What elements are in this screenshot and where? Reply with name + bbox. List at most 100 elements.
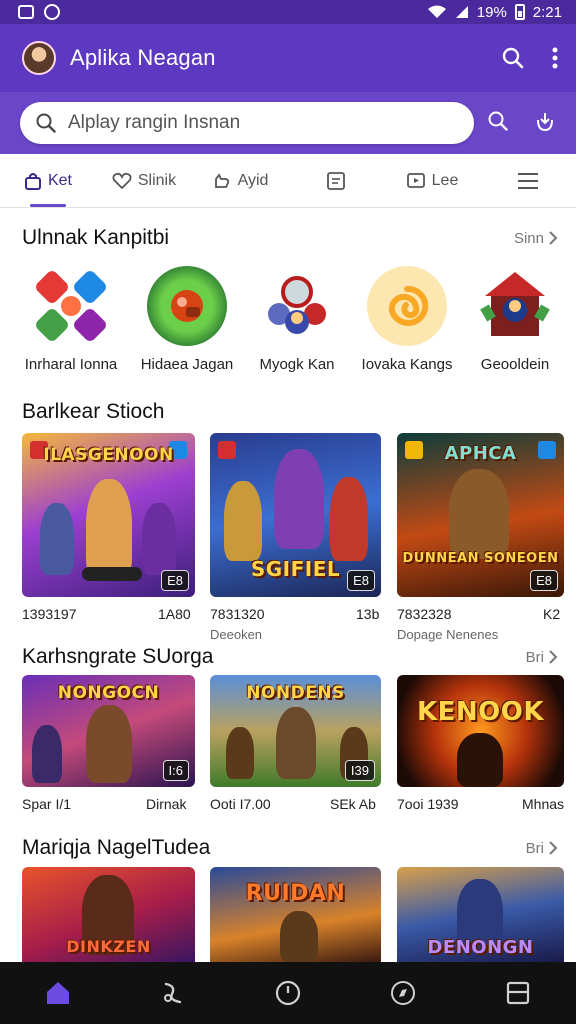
card-subtitle: Deeoken: [210, 627, 263, 642]
card-art-title: APHCA: [444, 443, 517, 464]
game-card[interactable]: ILASGENOON E8: [22, 433, 195, 597]
avatar[interactable]: [22, 41, 56, 75]
game-card[interactable]: KENOOK: [397, 675, 564, 787]
tab-label: Lee: [431, 171, 459, 189]
app-header: Aplika Neagan: [0, 24, 576, 92]
tag-icon: [218, 441, 236, 459]
chevron-right-icon: [549, 231, 558, 245]
search-box[interactable]: [20, 102, 474, 144]
notification-icon: [18, 5, 34, 19]
section-title: Barlkear Stioch: [22, 400, 165, 423]
card-art-title: NONGOCN: [57, 683, 160, 703]
card-art-title: DINKZEN: [66, 937, 151, 956]
tab-label: Ket: [47, 171, 72, 189]
card-art-title: NONDENS: [246, 683, 345, 703]
menu-icon: [518, 172, 538, 189]
section-header: Mariqja NagelTudea Bri: [22, 836, 558, 860]
featured-apps-row: Inrharal Ionna Hidaea Jagan Myogk Kan Io…: [0, 266, 576, 376]
nav-clock[interactable]: [230, 962, 345, 1024]
search-submit-icon[interactable]: [488, 111, 508, 136]
card-meta: Mhnas: [522, 796, 565, 812]
app-title: Aplika Neagan: [70, 45, 216, 70]
see-all-label: Bri: [525, 648, 544, 666]
app-label: Iovaka Kangs: [361, 356, 453, 373]
messenger-icon: [44, 4, 60, 20]
game-card[interactable]: DINKZEN: [22, 867, 195, 962]
tab-label: Ayid: [237, 171, 269, 189]
card-name: 7831320: [210, 606, 265, 622]
app-label: Inrharal Ionna: [24, 356, 118, 373]
game-card[interactable]: SGIFIEL E8: [210, 433, 381, 597]
see-all-link[interactable]: Bri: [526, 840, 558, 857]
home-icon: [46, 982, 69, 1004]
card-art-title: ILASGENOON: [43, 445, 174, 465]
status-bar: 19% 2:21: [0, 0, 576, 24]
app-item[interactable]: Iovaka Kangs: [348, 266, 466, 373]
app-item[interactable]: Geooldein: [456, 266, 574, 373]
wifi-icon: [427, 5, 446, 18]
battery-icon: [514, 4, 525, 20]
rating-badge: E8: [161, 570, 189, 591]
compass-icon: [391, 981, 416, 1005]
category-tabs: Ket Slinik Ayid Lee: [0, 154, 576, 208]
card-meta: 1A80: [158, 606, 191, 622]
game-card[interactable]: DENONGN: [397, 867, 564, 962]
signal-icon: [455, 6, 468, 18]
see-all-link[interactable]: Bri: [526, 649, 558, 666]
search-icon: [36, 113, 56, 133]
nav-link[interactable]: [115, 962, 230, 1024]
section-title: Ulnnak Kanpitbi: [22, 226, 170, 249]
card-name: Ooti I7.00: [210, 796, 271, 812]
card-meta: Dirnak: [146, 796, 187, 812]
tab-label: Slinik: [137, 171, 177, 189]
app-item[interactable]: Myogk Kan: [238, 266, 356, 373]
section-title: Karhsngrate SUorga: [22, 645, 214, 668]
game-card[interactable]: NONDENS I39: [210, 675, 381, 787]
card-subtitle: Dopage Nenenes: [397, 627, 499, 642]
tab-document[interactable]: [288, 154, 384, 207]
link-icon: [163, 982, 181, 1004]
card-art-title: DENONGN: [427, 937, 534, 958]
tab-ket[interactable]: Ket: [0, 154, 96, 207]
rating-badge: I39: [344, 760, 375, 781]
section-header: Barlkear Stioch: [22, 400, 558, 424]
bag-icon: [24, 172, 41, 190]
heroes-app-icon: [257, 266, 337, 346]
play-icon: [406, 172, 425, 188]
nav-window[interactable]: [461, 962, 576, 1024]
app-item[interactable]: Inrharal Ionna: [12, 266, 130, 373]
castle-app-icon: [475, 266, 555, 346]
clock-icon: [275, 980, 301, 1006]
dragon-app-icon: [147, 266, 227, 346]
card-art-title: RUIDAN: [245, 881, 346, 906]
card-art-subtitle: DUNNEAN SONEOEN: [402, 551, 559, 566]
chevron-right-icon: [549, 650, 558, 664]
card-art-title: KENOOK: [416, 697, 545, 727]
tab-slinik[interactable]: Slinik: [96, 154, 192, 207]
app-item[interactable]: Hidaea Jagan: [128, 266, 246, 373]
nav-compass[interactable]: [346, 962, 461, 1024]
more-options-icon[interactable]: [552, 47, 558, 69]
download-icon[interactable]: [534, 110, 556, 137]
app-label: Geooldein: [480, 356, 550, 373]
card-meta: SEk Ab: [330, 796, 376, 812]
tab-ayid[interactable]: Ayid: [192, 154, 288, 207]
see-all-link[interactable]: Sinn: [514, 230, 558, 247]
app-label: Myogk Kan: [259, 356, 335, 373]
heart-icon: [112, 172, 132, 189]
nav-home[interactable]: [0, 962, 115, 1024]
search-bar-area: [0, 92, 576, 154]
tab-menu[interactable]: [480, 154, 576, 207]
rating-badge: E8: [347, 570, 375, 591]
search-input[interactable]: [68, 112, 448, 134]
section-header: Karhsngrate SUorga Bri: [22, 645, 558, 669]
card-meta: K2: [543, 606, 561, 622]
game-card[interactable]: NONGOCN I:6: [22, 675, 195, 787]
search-icon[interactable]: [502, 47, 524, 69]
card-name: 7ooi 1939: [397, 796, 459, 812]
game-card[interactable]: RUIDAN: [210, 867, 381, 962]
tab-lee[interactable]: Lee: [384, 154, 480, 207]
chevron-right-icon: [549, 841, 558, 855]
card-name: 1393197: [22, 606, 77, 622]
game-card[interactable]: APHCA DUNNEAN SONEOEN E8: [397, 433, 564, 597]
